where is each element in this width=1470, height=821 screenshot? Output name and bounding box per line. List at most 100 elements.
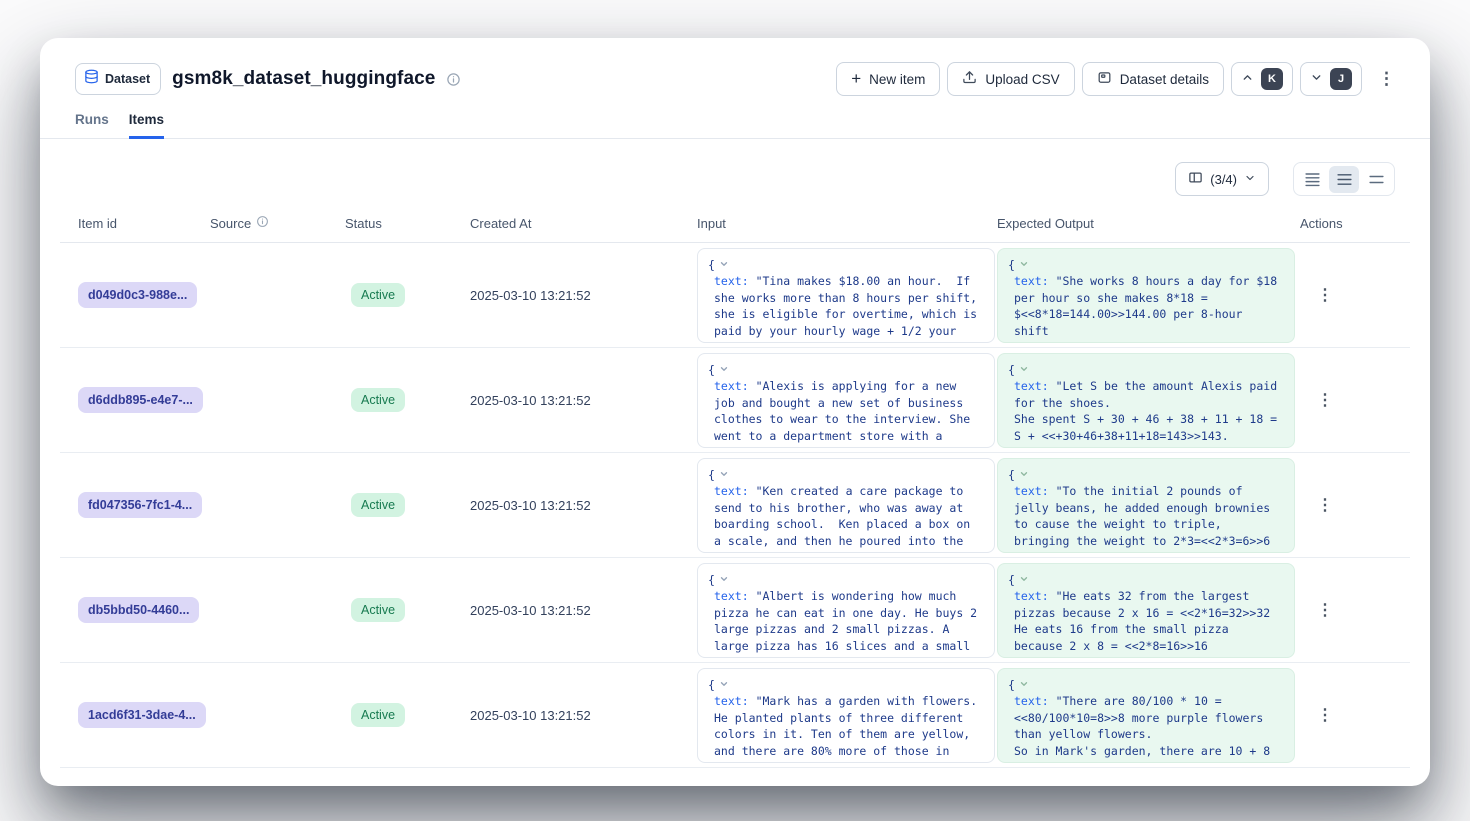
source-header-label: Source: [210, 216, 251, 231]
expected-output-json-cell[interactable]: { text: "There are 80/100 * 10 = <<80/10…: [997, 668, 1295, 763]
input-json-cell[interactable]: { text: "Mark has a garden with flowers.…: [697, 668, 995, 763]
expected-output-json-text: text: "He eats 32 from the largest pizza…: [1014, 588, 1284, 658]
table-row: db5bbd50-4460... Active 2025-03-10 13:21…: [60, 558, 1410, 663]
item-id-badge[interactable]: d6ddb895-e4e7-...: [78, 387, 203, 413]
column-header-expected-output: Expected Output: [994, 215, 1297, 231]
dataset-info-icon[interactable]: [446, 72, 461, 87]
input-json-text: text: "Mark has a garden with flowers. H…: [714, 693, 984, 763]
page-title: gsm8k_dataset_huggingface: [172, 68, 435, 90]
expand-chevron-icon[interactable]: [719, 257, 729, 274]
table-row: 1acd6f31-3dae-4... Active 2025-03-10 13:…: [60, 663, 1410, 768]
new-item-label: New item: [869, 72, 925, 87]
input-json-cell[interactable]: { text: "Tina makes $18.00 an hour. If s…: [697, 248, 995, 343]
status-badge: Active: [351, 598, 405, 622]
created-at-value: 2025-03-10 13:21:52: [467, 288, 694, 303]
item-id-badge[interactable]: db5bbd50-4460...: [78, 597, 199, 623]
expected-output-json-cell[interactable]: { text: "To the initial 2 pounds of jell…: [997, 458, 1295, 553]
expand-chevron-icon[interactable]: [1019, 257, 1029, 274]
expand-chevron-icon[interactable]: [719, 467, 729, 484]
entity-type-badge: Dataset: [75, 63, 161, 95]
status-badge: Active: [351, 283, 405, 307]
columns-icon: [1188, 170, 1203, 188]
open-brace: {: [708, 677, 715, 694]
column-header-actions: Actions: [1297, 215, 1410, 231]
tab-runs[interactable]: Runs: [75, 112, 109, 139]
expected-output-json-cell[interactable]: { text: "He eats 32 from the largest piz…: [997, 563, 1295, 658]
tab-bar: Runs Items: [40, 96, 1430, 139]
table-row: d6ddb895-e4e7-... Active 2025-03-10 13:2…: [60, 348, 1410, 453]
created-at-value: 2025-03-10 13:21:52: [467, 603, 694, 618]
column-header-input: Input: [694, 215, 994, 231]
row-height-small-option[interactable]: [1297, 166, 1327, 193]
item-id-badge[interactable]: 1acd6f31-3dae-4...: [78, 702, 206, 728]
expand-chevron-icon[interactable]: [719, 677, 729, 694]
created-at-value: 2025-03-10 13:21:52: [467, 393, 694, 408]
source-info-icon[interactable]: [256, 215, 269, 231]
input-json-cell[interactable]: { text: "Ken created a care package to s…: [697, 458, 995, 553]
tab-items[interactable]: Items: [129, 112, 164, 139]
column-header-source: Source: [207, 215, 342, 231]
expand-chevron-icon[interactable]: [1019, 677, 1029, 694]
input-json-text: text: "Tina makes $18.00 an hour. If she…: [714, 273, 984, 343]
row-actions-kebab[interactable]: ⋮: [1300, 390, 1333, 410]
header-kebab-menu[interactable]: ⋮: [1369, 69, 1404, 89]
plus-icon: +: [851, 70, 861, 87]
chevron-up-icon: [1241, 71, 1254, 87]
row-height-medium-option[interactable]: [1329, 166, 1359, 193]
chevron-down-icon: [1310, 71, 1323, 87]
entity-type-label: Dataset: [105, 72, 150, 86]
dataset-details-label: Dataset details: [1120, 72, 1209, 87]
upload-csv-label: Upload CSV: [985, 72, 1059, 87]
row-actions-kebab[interactable]: ⋮: [1300, 495, 1333, 515]
nav-up-button[interactable]: K: [1231, 62, 1293, 96]
status-badge: Active: [351, 703, 405, 727]
columns-selector-button[interactable]: (3/4): [1175, 162, 1269, 196]
expand-chevron-icon[interactable]: [1019, 362, 1029, 379]
row-height-toggle: [1293, 162, 1395, 196]
dataset-details-button[interactable]: Dataset details: [1082, 62, 1224, 96]
open-brace: {: [1008, 257, 1015, 274]
expected-output-json-text: text: "There are 80/100 * 10 = <<80/100*…: [1014, 693, 1284, 763]
row-actions-kebab[interactable]: ⋮: [1300, 285, 1333, 305]
input-json-cell[interactable]: { text: "Alexis is applying for a new jo…: [697, 353, 995, 448]
expand-chevron-icon[interactable]: [1019, 467, 1029, 484]
row-actions-kebab[interactable]: ⋮: [1300, 705, 1333, 725]
expected-output-json-cell[interactable]: { text: "Let S be the amount Alexis paid…: [997, 353, 1295, 448]
expected-output-json-text: text: "She works 8 hours a day for $18 p…: [1014, 273, 1284, 343]
open-brace: {: [708, 467, 715, 484]
open-brace: {: [708, 257, 715, 274]
new-item-button[interactable]: + New item: [836, 62, 940, 96]
columns-count-label: (3/4): [1210, 172, 1237, 187]
expand-chevron-icon[interactable]: [719, 362, 729, 379]
upload-csv-button[interactable]: Upload CSV: [947, 62, 1074, 96]
open-brace: {: [1008, 572, 1015, 589]
expand-chevron-icon[interactable]: [719, 572, 729, 589]
open-brace: {: [708, 572, 715, 589]
row-height-large-option[interactable]: [1361, 166, 1391, 193]
item-id-badge[interactable]: fd047356-7fc1-4...: [78, 492, 202, 518]
folder-icon: [1097, 70, 1112, 88]
expected-output-json-cell[interactable]: { text: "She works 8 hours a day for $18…: [997, 248, 1295, 343]
open-brace: {: [708, 362, 715, 379]
table-row: fd047356-7fc1-4... Active 2025-03-10 13:…: [60, 453, 1410, 558]
avatar-k: K: [1261, 68, 1283, 90]
table-row: d049d0c3-988e... Active 2025-03-10 13:21…: [60, 243, 1410, 348]
upload-icon: [962, 70, 977, 88]
table-toolbar: (3/4): [40, 139, 1430, 196]
row-actions-kebab[interactable]: ⋮: [1300, 600, 1333, 620]
input-json-text: text: "Alexis is applying for a new job …: [714, 378, 984, 448]
expand-chevron-icon[interactable]: [1019, 572, 1029, 589]
chevron-down-icon: [1244, 172, 1256, 187]
input-json-text: text: "Albert is wondering how much pizz…: [714, 588, 984, 658]
items-table: Item id Source Status Created At Input E…: [60, 211, 1410, 768]
table-body: d049d0c3-988e... Active 2025-03-10 13:21…: [60, 243, 1410, 768]
database-icon: [84, 69, 99, 89]
expected-output-json-text: text: "Let S be the amount Alexis paid f…: [1014, 378, 1284, 448]
nav-down-button[interactable]: J: [1300, 62, 1362, 96]
avatar-j: J: [1330, 68, 1352, 90]
open-brace: {: [1008, 677, 1015, 694]
column-header-created-at: Created At: [467, 215, 694, 231]
item-id-badge[interactable]: d049d0c3-988e...: [78, 282, 197, 308]
created-at-value: 2025-03-10 13:21:52: [467, 708, 694, 723]
input-json-cell[interactable]: { text: "Albert is wondering how much pi…: [697, 563, 995, 658]
